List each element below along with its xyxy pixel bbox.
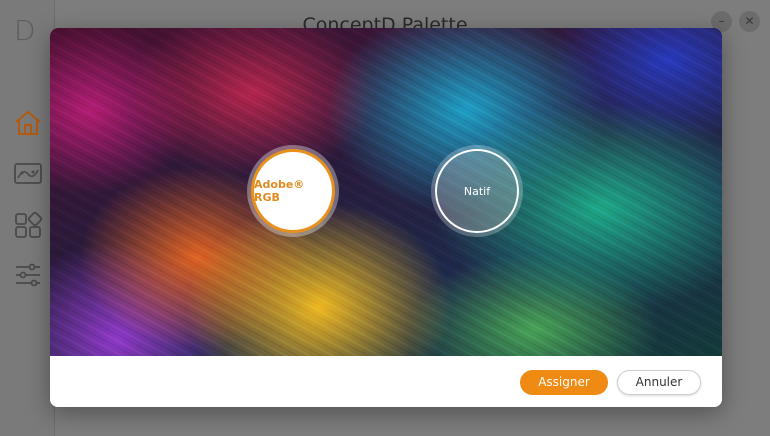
close-button[interactable]: ✕ [739, 11, 760, 32]
apps-grid-icon [15, 211, 43, 238]
option-adobe-rgb[interactable]: Adobe® RGB [251, 149, 335, 233]
sliders-icon [16, 263, 40, 287]
dialog-footer: Assigner Annuler [50, 356, 722, 407]
sidebar-item-settings[interactable] [13, 260, 43, 290]
app-sidebar: D [0, 0, 55, 436]
cancel-button[interactable]: Annuler [617, 370, 701, 395]
display-curve-icon [14, 163, 42, 184]
home-icon [15, 110, 41, 135]
option-natif[interactable]: Natif [435, 149, 519, 233]
sidebar-item-apps[interactable] [13, 210, 43, 240]
background-artwork [50, 28, 722, 356]
sidebar-item-home[interactable] [13, 108, 43, 138]
assign-button[interactable]: Assigner [520, 370, 608, 395]
color-space-dialog: Adobe® RGB Natif Assigner Annuler [50, 28, 722, 407]
sidebar-item-display[interactable] [13, 159, 43, 189]
